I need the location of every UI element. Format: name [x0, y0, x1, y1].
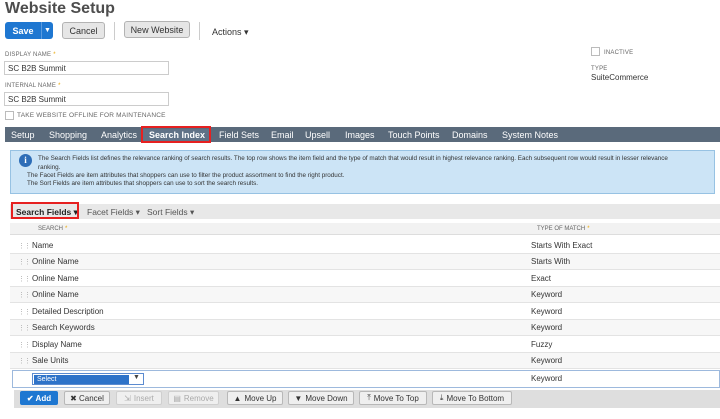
cancel-button[interactable]: Cancel — [62, 22, 105, 39]
table-row[interactable] — [10, 353, 720, 369]
row-search-field: Online Name — [32, 257, 79, 266]
required-marker: * — [58, 83, 61, 89]
table-row[interactable] — [10, 337, 720, 353]
row-search-field: Sale Units — [32, 356, 69, 365]
row-search-field: Online Name — [32, 274, 79, 283]
grid-header — [10, 223, 720, 235]
move-down-button[interactable]: ▼ Move Down — [288, 391, 354, 405]
move-to-top-label: Move To Top — [373, 393, 419, 403]
insert-button[interactable]: ⇲ Insert — [116, 391, 162, 405]
drag-handle-icon[interactable]: ⋮⋮ — [18, 308, 31, 316]
move-to-top-icon: ⤒ — [367, 393, 371, 402]
subtab-sort-fields[interactable]: Sort Fields ▾ — [147, 207, 194, 218]
move-to-bottom-icon: ⤓ — [439, 393, 444, 402]
row-search-field: Online Name — [32, 290, 79, 299]
internal-name-label: INTERNAL NAME * — [5, 83, 61, 89]
drag-handle-icon[interactable]: ⋮⋮ — [18, 324, 31, 332]
tab-system-notes[interactable]: System Notes — [502, 129, 558, 142]
tab-shopping[interactable]: Shopping — [49, 129, 87, 142]
chevron-down-icon[interactable]: ▼ — [133, 374, 140, 381]
offline-checkbox[interactable] — [5, 111, 14, 120]
new-website-button[interactable]: New Website — [124, 21, 190, 38]
move-up-label: Move Up — [244, 393, 277, 403]
required-marker: * — [587, 226, 590, 232]
required-marker: * — [53, 52, 56, 58]
info-text-line: ranking. — [38, 164, 61, 171]
page-title: Website Setup — [5, 0, 115, 17]
trash-icon: ▤ — [173, 393, 181, 403]
tab-field-sets[interactable]: Field Sets — [219, 129, 259, 142]
move-to-bottom-button[interactable]: ⤓ Move To Bottom — [432, 391, 512, 405]
drag-handle-icon[interactable]: ⋮⋮ — [18, 258, 31, 266]
row-match-type: Keyword — [531, 356, 563, 365]
row-match-type: Keyword — [531, 290, 563, 299]
display-name-label: DISPLAY NAME * — [5, 52, 56, 58]
inactive-label: INACTIVE — [604, 50, 634, 56]
column-header-search: SEARCH * — [38, 226, 68, 232]
move-down-label: Move Down — [305, 393, 348, 403]
table-row[interactable] — [10, 320, 720, 336]
arrow-down-icon: ▼ — [294, 393, 303, 403]
info-icon: i — [19, 154, 32, 167]
move-to-top-button[interactable]: ⤒ Move To Top — [359, 391, 427, 405]
offline-label: TAKE WEBSITE OFFLINE FOR MAINTENANCE — [17, 112, 166, 119]
insert-label: Insert — [133, 393, 154, 403]
required-marker: * — [65, 226, 68, 232]
toolbar-divider — [114, 22, 115, 40]
row-match-type: Fuzzy — [531, 340, 553, 349]
add-row-button[interactable]: ✔ Add — [20, 391, 58, 405]
tab-analytics[interactable]: Analytics — [101, 129, 137, 142]
table-row[interactable] — [10, 254, 720, 270]
tab-upsell[interactable]: Upsell — [305, 129, 330, 142]
table-row[interactable] — [10, 287, 720, 303]
search-fields-highlight — [11, 202, 79, 219]
move-up-button[interactable]: ▲ Move Up — [227, 391, 283, 405]
insert-icon: ⇲ — [124, 393, 131, 403]
move-to-bottom-label: Move To Bottom — [446, 393, 505, 403]
type-value: SuiteCommerce — [591, 73, 649, 82]
actions-menu[interactable]: Actions ▾ — [212, 27, 249, 38]
edit-row-match-type[interactable]: Keyword — [531, 374, 562, 383]
table-row[interactable] — [10, 238, 720, 254]
tab-setup[interactable]: Setup — [11, 129, 35, 142]
save-button[interactable]: Save — [5, 22, 41, 39]
drag-handle-icon[interactable]: ⋮⋮ — [18, 357, 31, 365]
save-menu-chevron-icon[interactable]: ▼ — [41, 22, 53, 39]
row-match-type: Keyword — [531, 307, 563, 316]
drag-handle-icon[interactable]: ⋮⋮ — [18, 291, 31, 299]
remove-button[interactable]: ▤ Remove — [168, 391, 219, 405]
drag-handle-icon[interactable]: ⋮⋮ — [18, 242, 31, 250]
toolbar-divider — [199, 22, 200, 40]
internal-name-field[interactable]: SC B2B Summit — [4, 92, 169, 106]
tab-email[interactable]: Email — [271, 129, 294, 142]
tab-domains[interactable]: Domains — [452, 129, 488, 142]
drag-handle-icon[interactable]: ⋮⋮ — [18, 341, 31, 349]
row-search-field: Name — [32, 241, 54, 250]
row-match-type: Keyword — [531, 323, 563, 332]
info-text-line: The Sort Fields are item attributes that… — [27, 180, 258, 187]
info-text-line: The Search Fields list defines the relev… — [38, 155, 668, 162]
table-row[interactable] — [10, 304, 720, 320]
table-row[interactable] — [10, 271, 720, 287]
inactive-checkbox[interactable] — [591, 47, 600, 56]
search-field-select-value[interactable]: Select — [34, 375, 129, 384]
tab-touch-points[interactable]: Touch Points — [388, 129, 440, 142]
cancel-row-button[interactable]: ✖ Cancel — [64, 391, 110, 405]
column-header-type-of-match: TYPE OF MATCH * — [537, 226, 590, 232]
tab-images[interactable]: Images — [345, 129, 375, 142]
type-label: TYPE — [591, 66, 608, 72]
row-search-field: Search Keywords — [32, 323, 95, 332]
row-search-field: Display Name — [32, 340, 82, 349]
arrow-up-icon: ▲ — [233, 393, 242, 403]
display-name-field[interactable]: SC B2B Summit — [4, 61, 169, 75]
row-match-type: Starts With Exact — [531, 241, 593, 250]
search-index-highlight — [141, 126, 211, 143]
row-match-type: Starts With — [531, 257, 571, 266]
drag-handle-icon[interactable]: ⋮⋮ — [18, 275, 31, 283]
info-text-line: The Facet Fields are item attributes tha… — [27, 172, 345, 179]
row-search-field: Detailed Description — [32, 307, 104, 316]
remove-label: Remove — [183, 393, 214, 403]
subtab-facet-fields[interactable]: Facet Fields ▾ — [87, 207, 140, 218]
row-match-type: Exact — [531, 274, 552, 283]
